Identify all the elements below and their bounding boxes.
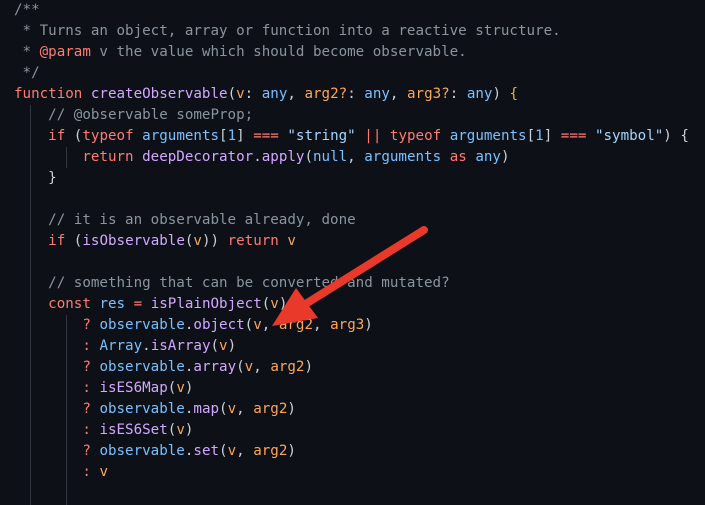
arrow-head	[272, 288, 318, 326]
arrow-shaft	[300, 226, 428, 309]
code-editor[interactable]: /** * Turns an object, array or function…	[0, 0, 705, 505]
red-arrow-annotation	[272, 226, 428, 326]
